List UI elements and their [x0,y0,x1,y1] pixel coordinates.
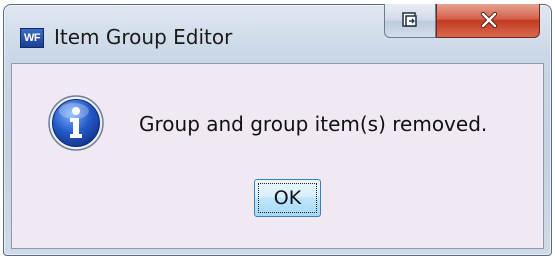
close-button[interactable] [436,4,540,38]
restore-window-icon [402,12,417,27]
window-title: Item Group Editor [54,25,233,49]
info-icon [48,95,104,151]
ok-button-label: OK [258,183,317,213]
close-icon [480,11,498,29]
ok-button[interactable]: OK [254,179,321,217]
dialog-body: Group and group item(s) removed. OK [11,63,544,249]
title-bar[interactable]: WF Item Group Editor [4,4,551,63]
restore-button[interactable] [384,4,436,38]
dialog-window: WF Item Group Editor Group and group ite… [3,4,552,256]
message-text: Group and group item(s) removed. [139,112,488,136]
app-icon: WF [20,28,44,48]
